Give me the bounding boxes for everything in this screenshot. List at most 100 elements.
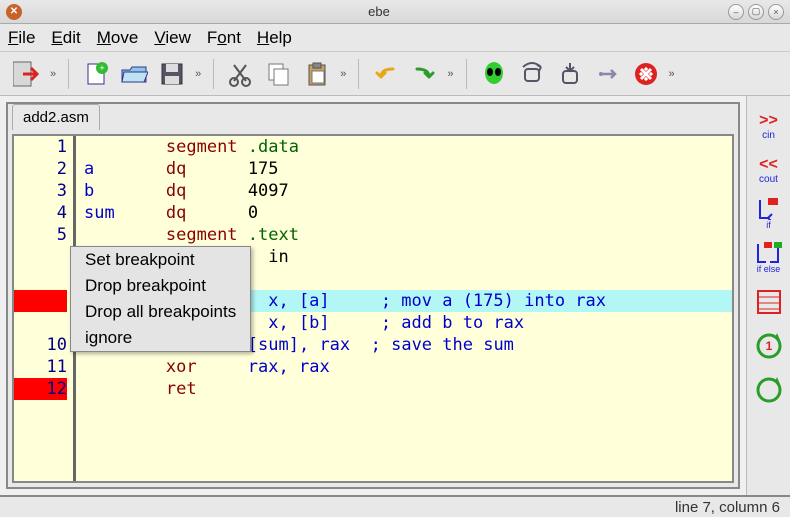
paste-button[interactable] bbox=[300, 57, 334, 91]
context-menu-item[interactable]: Drop breakpoint bbox=[71, 273, 250, 299]
stop-icon bbox=[633, 61, 659, 87]
tab-add2-asm[interactable]: add2.asm bbox=[12, 104, 100, 130]
for-button[interactable]: 1 bbox=[753, 330, 785, 362]
while-button[interactable] bbox=[753, 374, 785, 406]
svg-text:+: + bbox=[99, 63, 104, 73]
cin-button[interactable]: >> cin bbox=[753, 110, 785, 142]
gutter-line[interactable]: 10 bbox=[14, 334, 67, 356]
gutter-line[interactable]: 3 bbox=[14, 180, 67, 202]
tab-row: add2.asm bbox=[8, 104, 738, 130]
step-out-icon bbox=[595, 61, 621, 87]
open-file-button[interactable] bbox=[117, 57, 151, 91]
if-icon bbox=[756, 198, 782, 220]
titlebar: ✕ ebe – ▢ × bbox=[0, 0, 790, 24]
gutter-line[interactable]: 4 bbox=[14, 202, 67, 224]
menu-edit[interactable]: Edit bbox=[51, 28, 80, 48]
switch-icon bbox=[756, 289, 782, 315]
main-area: add2.asm 12345101112 segment .dataa dq 1… bbox=[0, 96, 790, 495]
paste-icon bbox=[304, 61, 330, 87]
editor-frame: add2.asm 12345101112 segment .dataa dq 1… bbox=[6, 102, 740, 489]
gutter-line[interactable]: 12 bbox=[14, 378, 67, 400]
step-over-button[interactable] bbox=[515, 57, 549, 91]
code-line[interactable]: b dq 4097 bbox=[76, 180, 732, 202]
code-line[interactable]: a dq 175 bbox=[76, 158, 732, 180]
menu-help[interactable]: Help bbox=[257, 28, 292, 48]
context-menu-item[interactable]: Set breakpoint bbox=[71, 247, 250, 273]
toolbar-more-1[interactable]: » bbox=[48, 68, 58, 80]
minimize-button[interactable]: – bbox=[728, 4, 744, 20]
code-line[interactable]: ret bbox=[76, 378, 732, 400]
step-over-icon bbox=[519, 61, 545, 87]
step-into-button[interactable] bbox=[553, 57, 587, 91]
cout-icon: << bbox=[759, 156, 778, 174]
statusbar: line 7, column 6 bbox=[0, 495, 790, 517]
switch-button[interactable] bbox=[753, 286, 785, 318]
cut-button[interactable] bbox=[224, 57, 258, 91]
code-editor[interactable]: 12345101112 segment .dataa dq 175b dq 40… bbox=[12, 134, 734, 483]
if-label: if bbox=[766, 220, 771, 230]
undo-icon bbox=[373, 61, 399, 87]
menu-move[interactable]: Move bbox=[97, 28, 139, 48]
toolbar-more-3[interactable]: » bbox=[338, 68, 348, 80]
svg-text:1: 1 bbox=[765, 339, 772, 353]
scissors-icon bbox=[228, 61, 254, 87]
gutter-line[interactable] bbox=[14, 290, 67, 312]
for-loop-icon: 1 bbox=[755, 332, 783, 360]
window-controls: – ▢ × bbox=[728, 4, 784, 20]
toolbar-more-5[interactable]: » bbox=[667, 68, 677, 80]
cin-label: cin bbox=[762, 130, 775, 141]
code-line[interactable]: xor rax, rax bbox=[76, 356, 732, 378]
menu-font[interactable]: Font bbox=[207, 28, 241, 48]
menu-view[interactable]: View bbox=[154, 28, 191, 48]
exit-icon bbox=[13, 60, 41, 88]
undo-button[interactable] bbox=[369, 57, 403, 91]
close-button[interactable]: × bbox=[768, 4, 784, 20]
cout-button[interactable]: << cout bbox=[753, 154, 785, 186]
open-folder-icon bbox=[120, 60, 148, 88]
run-button[interactable] bbox=[477, 57, 511, 91]
window-title: ebe bbox=[30, 4, 728, 19]
while-loop-icon bbox=[755, 376, 783, 404]
gutter-line[interactable] bbox=[14, 246, 67, 268]
redo-icon bbox=[411, 61, 437, 87]
code-line[interactable]: segment .text bbox=[76, 224, 732, 246]
toolbar-more-4[interactable]: » bbox=[445, 68, 455, 80]
code-line[interactable]: segment .data bbox=[76, 136, 732, 158]
cin-icon: >> bbox=[759, 112, 778, 130]
toolbar-more-2[interactable]: » bbox=[193, 68, 203, 80]
save-icon bbox=[158, 60, 186, 88]
menubar: File Edit Move View Font Help bbox=[0, 24, 790, 52]
gutter-line[interactable] bbox=[14, 312, 67, 334]
cursor-position: line 7, column 6 bbox=[675, 499, 780, 516]
line-gutter[interactable]: 12345101112 bbox=[14, 136, 76, 481]
step-into-icon bbox=[557, 61, 583, 87]
menu-file[interactable]: File bbox=[8, 28, 35, 48]
copy-button[interactable] bbox=[262, 57, 296, 91]
gutter-line[interactable] bbox=[14, 268, 67, 290]
gutter-line[interactable]: 2 bbox=[14, 158, 67, 180]
ifelse-button[interactable]: if else bbox=[753, 242, 785, 274]
if-button[interactable]: if bbox=[753, 198, 785, 230]
stop-button[interactable] bbox=[629, 57, 663, 91]
maximize-button[interactable]: ▢ bbox=[748, 4, 764, 20]
quit-button[interactable] bbox=[10, 57, 44, 91]
code-line[interactable]: sum dq 0 bbox=[76, 202, 732, 224]
cout-label: cout bbox=[759, 174, 778, 185]
redo-button[interactable] bbox=[407, 57, 441, 91]
step-out-button[interactable] bbox=[591, 57, 625, 91]
ifelse-label: if else bbox=[757, 264, 781, 274]
toolbar: » + » » » bbox=[0, 52, 790, 96]
alien-icon bbox=[481, 61, 507, 87]
context-menu-item[interactable]: Drop all breakpoints bbox=[71, 299, 250, 325]
side-panel: >> cin << cout if if else 1 bbox=[746, 96, 790, 495]
context-menu: Set breakpointDrop breakpointDrop all br… bbox=[70, 246, 251, 352]
new-file-button[interactable]: + bbox=[79, 57, 113, 91]
gutter-line[interactable]: 1 bbox=[14, 136, 67, 158]
gutter-line[interactable]: 11 bbox=[14, 356, 67, 378]
editor-region: add2.asm 12345101112 segment .dataa dq 1… bbox=[0, 96, 746, 495]
save-file-button[interactable] bbox=[155, 57, 189, 91]
gutter-line[interactable]: 5 bbox=[14, 224, 67, 246]
copy-icon bbox=[266, 61, 292, 87]
new-file-icon: + bbox=[82, 60, 110, 88]
context-menu-item[interactable]: ignore bbox=[71, 325, 250, 351]
